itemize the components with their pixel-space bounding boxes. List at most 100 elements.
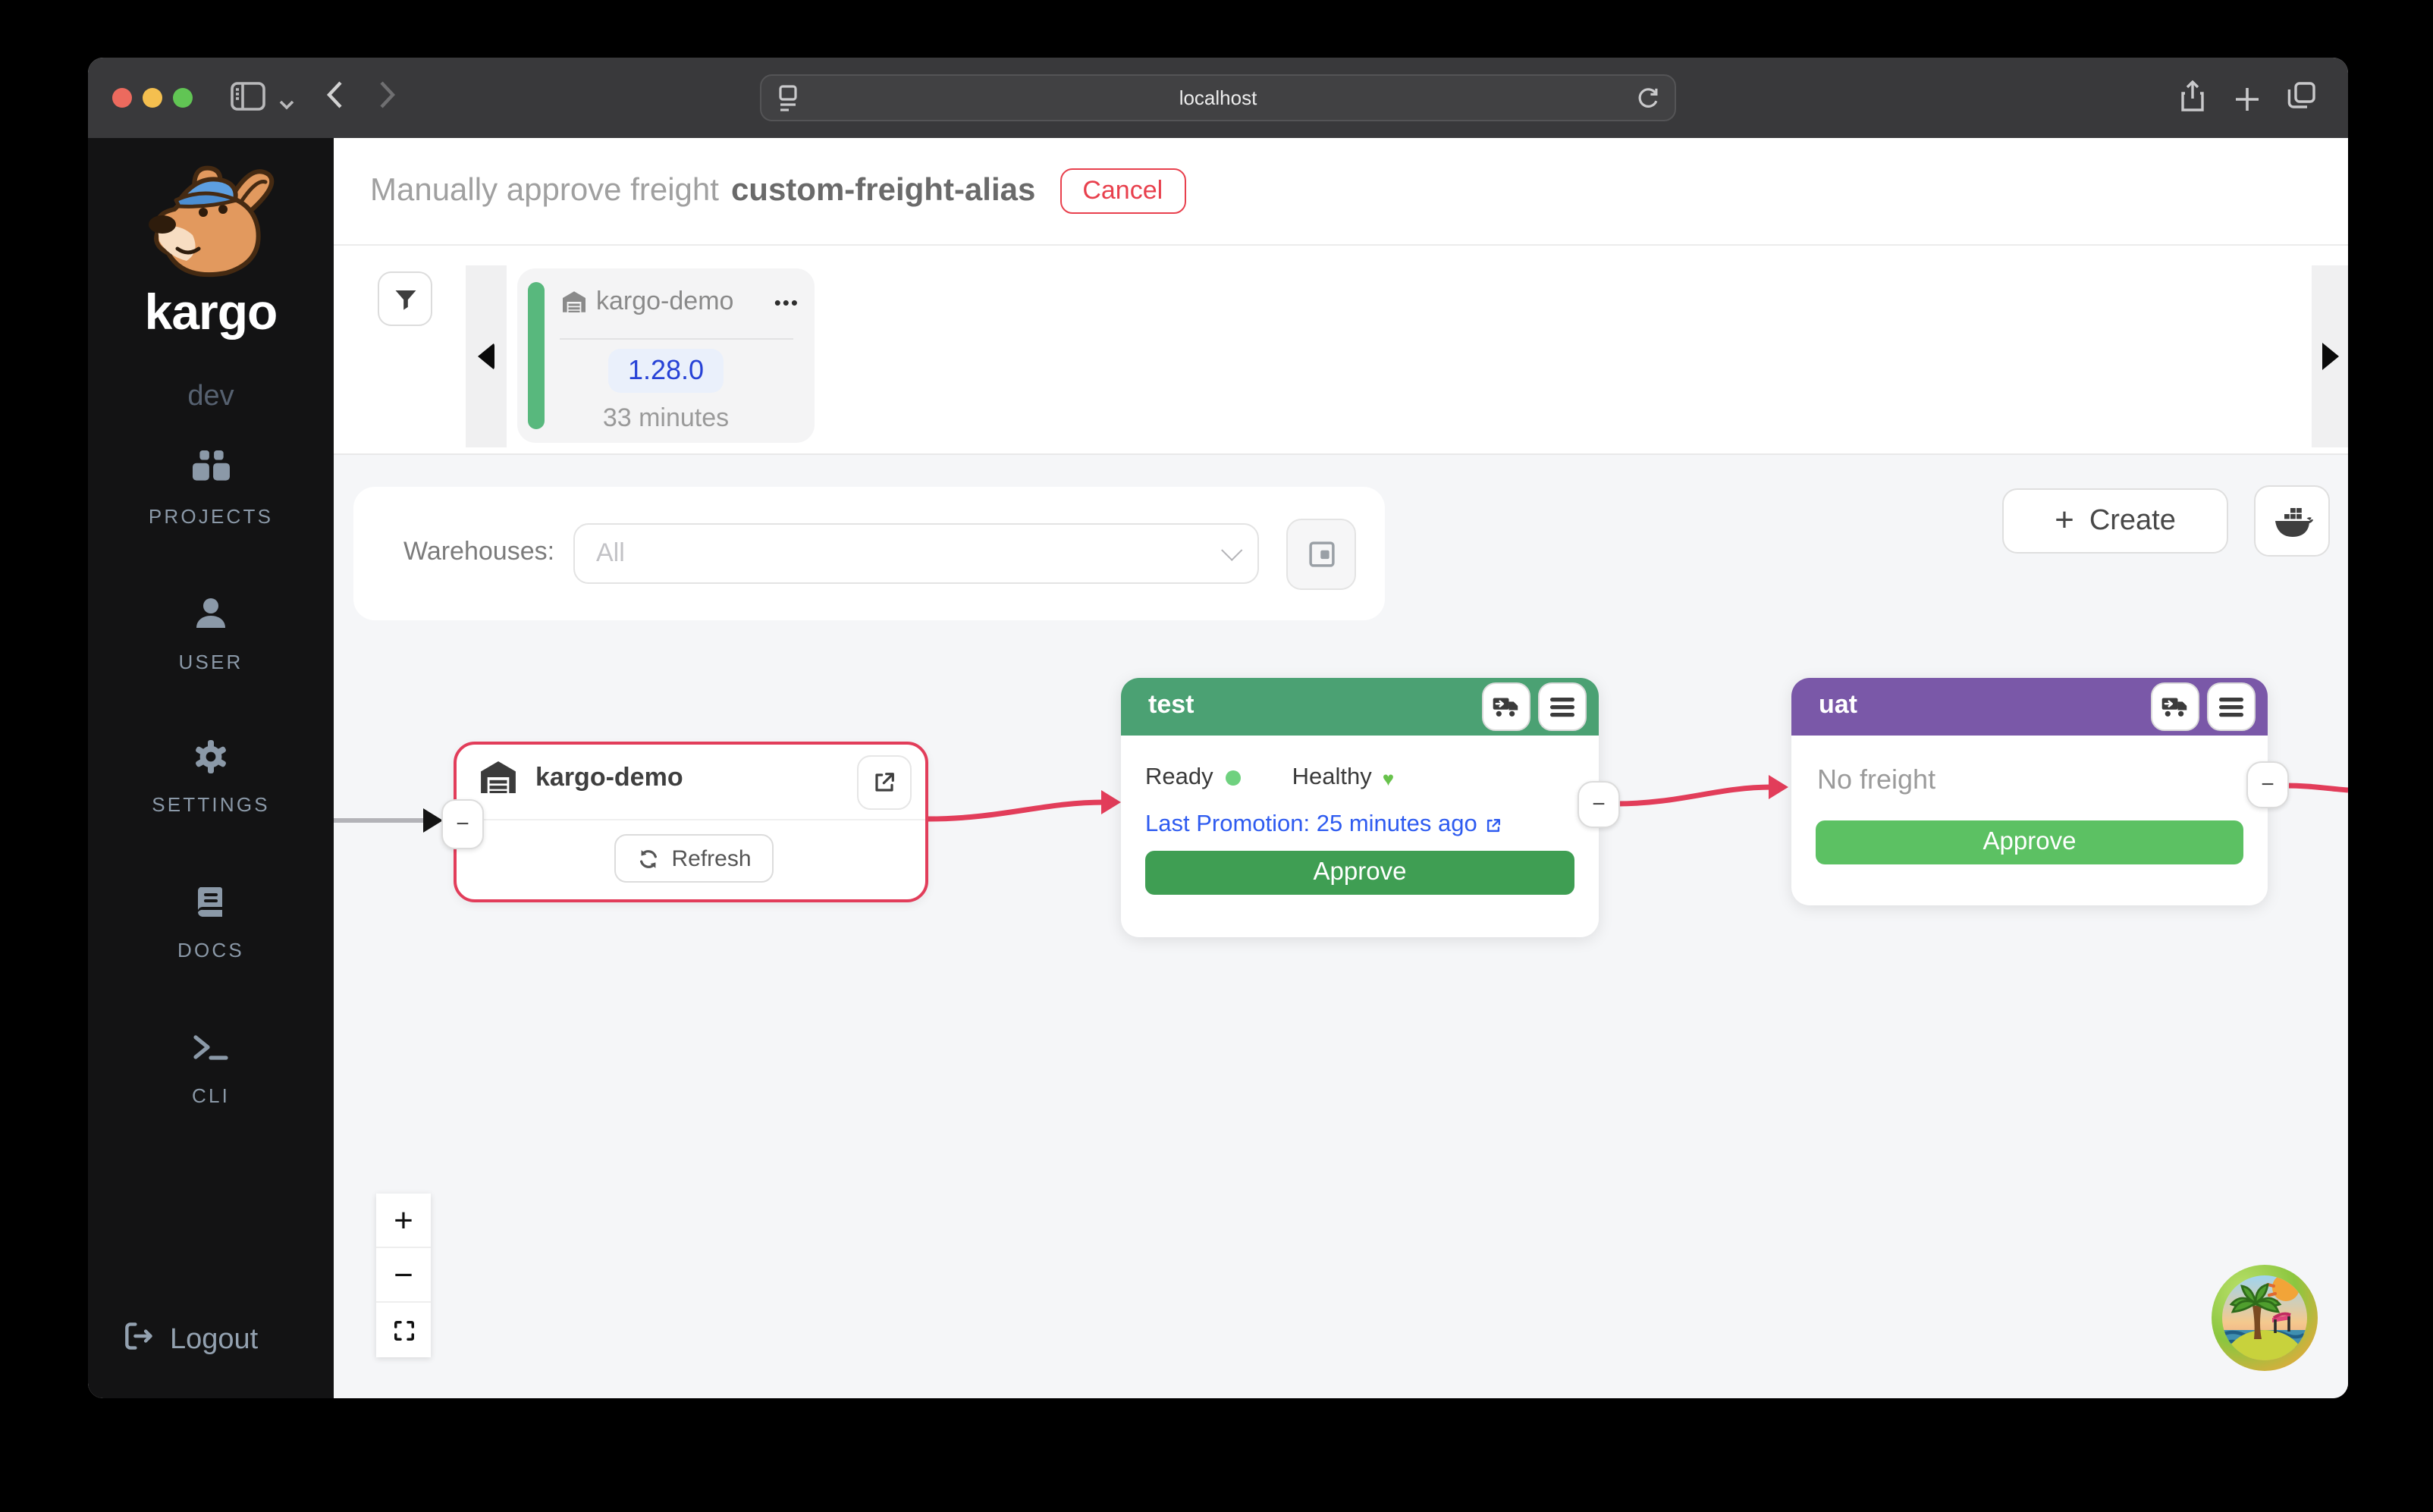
timeline-scroll-right[interactable] <box>2312 265 2348 447</box>
collapse-handle-test[interactable]: − <box>1578 781 1620 828</box>
address-bar[interactable]: localhost <box>760 74 1676 121</box>
freight-truck-button[interactable] <box>1482 682 1530 731</box>
divider <box>560 338 793 340</box>
scroll-left-icon <box>478 343 494 370</box>
sidebar-item-user[interactable]: USER <box>88 596 334 673</box>
sidebar-item-projects[interactable]: PROJECTS <box>88 450 334 528</box>
docker-button[interactable] <box>2254 485 2330 557</box>
freight-timeline: kargo-demo ••• 1.28.0 33 minutes <box>334 246 2348 455</box>
forward-button[interactable] <box>379 80 396 117</box>
sidebar: kargo dev PROJECTS USER <box>88 138 334 1398</box>
external-link-icon <box>1485 817 1502 833</box>
warehouse-node-title: kargo-demo <box>535 762 683 792</box>
back-button[interactable] <box>326 80 343 117</box>
browser-window: localhost <box>88 58 2348 1398</box>
warehouses-selected-value: All <box>596 538 625 569</box>
approve-button-test[interactable]: Approve <box>1145 851 1574 895</box>
book-icon <box>193 884 229 921</box>
freight-truck-button[interactable] <box>2151 682 2199 731</box>
page-settings-icon[interactable] <box>777 85 799 120</box>
healthy-heart-icon: ♥ <box>1383 767 1394 789</box>
logout-label: Logout <box>170 1324 258 1357</box>
zoom-out-button[interactable]: − <box>376 1248 431 1303</box>
url-text: localhost <box>1179 86 1257 109</box>
stage-node-uat[interactable]: uat No freig <box>1791 678 2268 905</box>
freight-card[interactable]: kargo-demo ••• 1.28.0 33 minutes <box>517 268 815 443</box>
sidebar-item-label: DOCS <box>88 939 334 961</box>
sidebar-item-label: PROJECTS <box>88 505 334 528</box>
last-promotion-text: Last Promotion: 25 minutes ago <box>1145 811 1477 839</box>
tab-overview-icon[interactable] <box>2287 82 2316 117</box>
fit-view-icon <box>392 1319 415 1341</box>
funnel-icon <box>392 286 418 312</box>
zoom-in-button[interactable]: + <box>376 1194 431 1248</box>
collapse-handle-uat[interactable]: − <box>2246 761 2289 808</box>
plus-icon: + <box>2055 500 2074 539</box>
browser-titlebar: localhost <box>88 58 2348 138</box>
window-zoom-button[interactable] <box>173 88 193 108</box>
share-icon[interactable] <box>2180 80 2205 120</box>
freight-age: 33 minutes <box>517 403 815 434</box>
sidebar-item-cli[interactable]: CLI <box>88 1030 334 1107</box>
create-label: Create <box>2089 504 2176 538</box>
truck-icon <box>2161 695 2189 718</box>
window-minimize-button[interactable] <box>143 88 162 108</box>
create-button[interactable]: + Create <box>2002 488 2228 554</box>
refresh-button[interactable]: Refresh <box>614 834 774 883</box>
warehouse-icon <box>481 761 516 793</box>
healthy-label: Healthy <box>1292 764 1372 792</box>
cancel-button[interactable]: Cancel <box>1060 168 1185 214</box>
refresh-icon <box>636 847 659 870</box>
screen: localhost <box>0 0 2433 1512</box>
stage-name: uat <box>1819 690 1857 720</box>
truck-icon <box>1493 695 1520 718</box>
stage-name: test <box>1148 690 1194 720</box>
main-content: Manually approve freight custom-freight-… <box>334 138 2348 1398</box>
sidebar-item-settings[interactable]: SETTINGS <box>88 739 334 816</box>
kargo-kangaroo-logo <box>135 159 287 290</box>
chevron-down-icon[interactable] <box>279 91 294 118</box>
reload-icon[interactable] <box>1637 86 1659 118</box>
scroll-right-icon <box>2322 343 2338 370</box>
new-tab-icon[interactable] <box>2234 82 2260 121</box>
stage-node-test[interactable]: test <box>1121 678 1599 937</box>
page-header: Manually approve freight custom-freight-… <box>334 138 2348 246</box>
timeline-scroll-left[interactable] <box>466 265 507 447</box>
gear-icon <box>193 739 229 775</box>
collapse-handle-warehouse[interactable]: − <box>441 799 484 849</box>
warehouse-icon <box>563 291 585 312</box>
menu-icon <box>1550 697 1574 717</box>
stage-menu-button[interactable] <box>2207 682 2256 731</box>
approve-button-uat[interactable]: Approve <box>1816 820 2243 864</box>
projects-icon <box>192 450 230 487</box>
version-label: dev <box>88 381 334 414</box>
freight-alias: custom-freight-alias <box>731 173 1035 209</box>
sidebar-item-label: SETTINGS <box>88 793 334 816</box>
warehouses-select[interactable]: All <box>573 523 1259 584</box>
ready-label: Ready <box>1145 764 1213 792</box>
warehouse-node-kargo-demo[interactable]: kargo-demo Refresh <box>454 742 928 902</box>
logout-button[interactable]: Logout <box>121 1319 258 1362</box>
freight-card-menu[interactable]: ••• <box>774 290 799 313</box>
sidebar-item-label: CLI <box>88 1084 334 1107</box>
filter-button[interactable] <box>378 271 432 326</box>
page-title: Manually approve freight <box>370 173 719 209</box>
no-freight-label: No freight <box>1817 764 1935 796</box>
open-warehouse-button[interactable] <box>857 755 912 810</box>
freight-version-badge[interactable]: 1.28.0 <box>608 349 724 393</box>
external-link-icon <box>872 770 896 795</box>
sidebar-toggle-icon[interactable] <box>231 82 265 118</box>
stacked-view-button[interactable] <box>1286 519 1356 590</box>
freight-card-name: kargo-demo <box>596 287 733 317</box>
zoom-controls: + − <box>376 1194 431 1357</box>
chevron-down-icon <box>1221 540 1242 561</box>
last-promotion-link[interactable]: Last Promotion: 25 minutes ago <box>1145 811 1502 839</box>
terminal-icon <box>191 1030 231 1066</box>
divider <box>457 819 925 820</box>
stage-menu-button[interactable] <box>1538 682 1587 731</box>
sidebar-item-label: USER <box>88 651 334 673</box>
fit-view-button[interactable] <box>376 1303 431 1357</box>
stage-header: test <box>1121 678 1599 736</box>
sidebar-item-docs[interactable]: DOCS <box>88 884 334 961</box>
window-close-button[interactable] <box>112 88 132 108</box>
